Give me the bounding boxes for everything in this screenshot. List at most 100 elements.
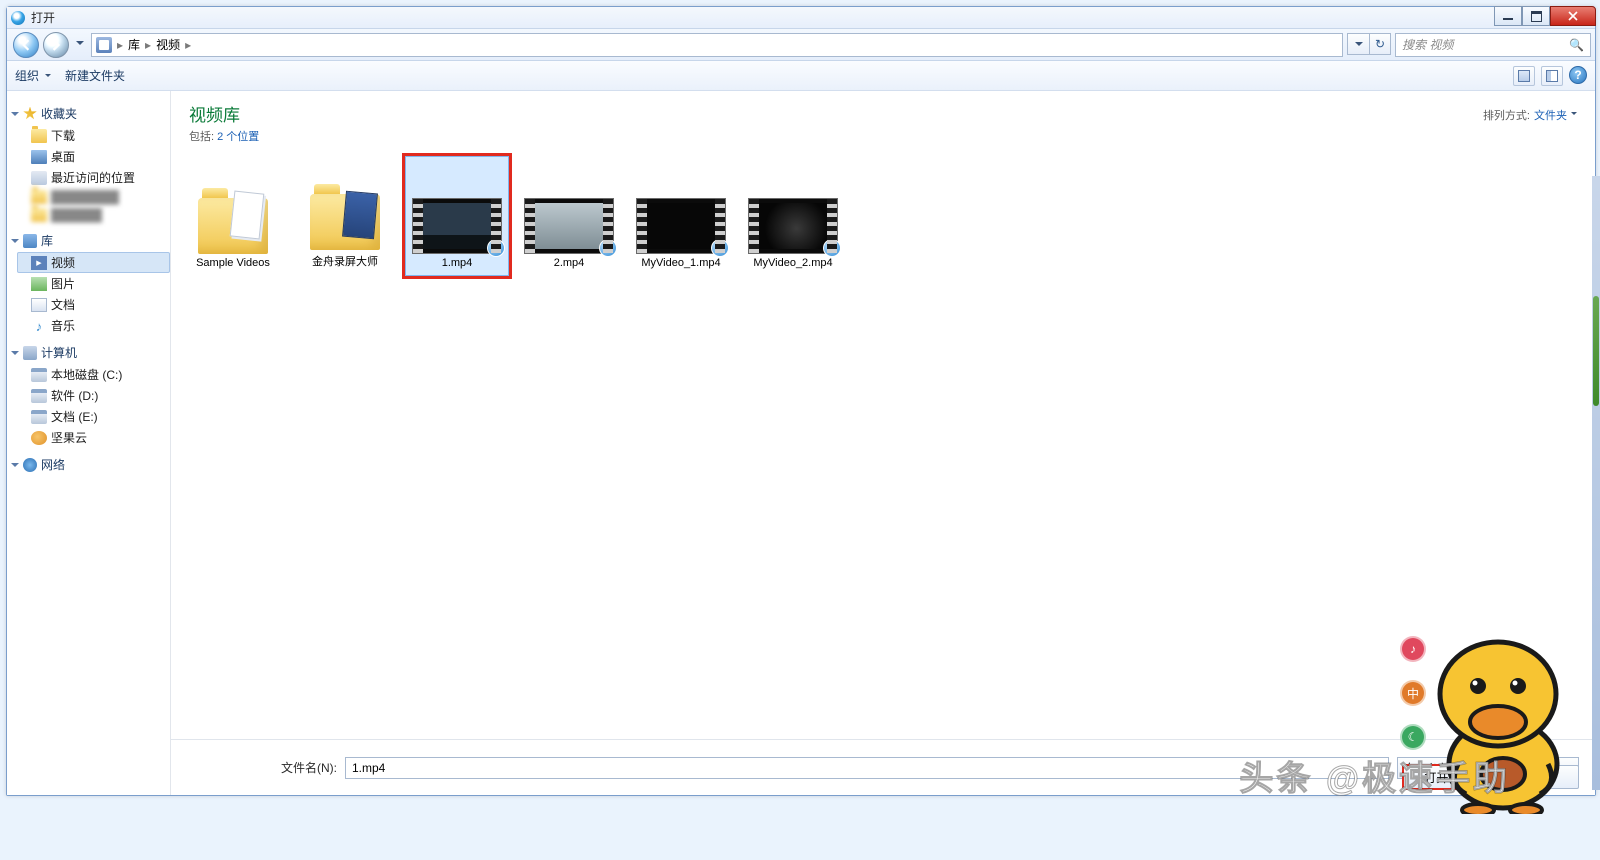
tree-redacted[interactable]: ██████ [17,206,170,224]
item-label: Sample Videos [196,257,270,269]
drive-icon [31,368,47,382]
arrange-value[interactable]: 文件夹 [1534,107,1567,123]
folder-item[interactable]: 金舟录屏大师 [293,156,397,276]
sync-icon [711,239,729,257]
organize-button[interactable]: 组织 [15,67,51,84]
tree-videos[interactable]: 视频 [17,252,170,273]
locations-link[interactable]: 2 个位置 [217,131,259,143]
cloud-icon [31,431,47,445]
dialog-body: 收藏夹 下载 桌面 最近访问的位置 ████████ ██████ 库 视频 图… [7,91,1595,795]
toolbar: 组织 新建文件夹 ? [7,61,1595,91]
favorites-label: 收藏夹 [41,105,77,122]
folder-icon [310,194,380,250]
organize-label: 组织 [15,67,39,84]
sync-icon [599,239,617,257]
tree-nutstore[interactable]: 坚果云 [17,427,170,448]
close-button[interactable] [1550,6,1596,26]
folder-item[interactable]: Sample Videos [181,156,285,276]
navigation-bar: ▸ 库 ▸ 视频 ▸ 搜索 视频 🔍 [7,29,1595,61]
badge-music-icon[interactable]: ♪ [1400,636,1426,662]
library-icon [23,234,37,248]
item-label: 2.mp4 [554,257,585,269]
crumb-videos[interactable]: 视频 [156,36,180,53]
network-group[interactable]: 网络 [11,456,170,473]
disclose-icon [11,239,19,247]
library-subtitle: 包括: 2 个位置 [189,128,259,144]
forward-button[interactable] [43,32,69,58]
crumb-libraries[interactable]: 库 [128,36,140,53]
badge-moon-icon[interactable]: ☾ [1400,724,1426,750]
computer-icon [23,346,37,360]
favorites-group[interactable]: 收藏夹 [11,105,170,122]
network-label: 网络 [41,456,65,473]
library-header: 视频库 包括: 2 个位置 排列方式: 文件夹 [171,91,1595,150]
drive-icon [31,410,47,424]
libraries-label: 库 [41,232,53,249]
file-items[interactable]: Sample Videos 金舟录屏大师 1.mp4 2.mp4 MyVideo… [171,150,1595,282]
computer-group[interactable]: 计算机 [11,344,170,361]
refresh-button[interactable] [1369,33,1391,55]
search-icon: 🔍 [1569,38,1584,52]
tree-downloads[interactable]: 下载 [17,125,170,146]
item-label: MyVideo_2.mp4 [753,257,832,269]
back-button[interactable] [13,32,39,58]
maximize-button[interactable] [1522,6,1550,26]
folder-icon [198,198,268,254]
nav-tree[interactable]: 收藏夹 下载 桌面 最近访问的位置 ████████ ██████ 库 视频 图… [7,91,171,795]
address-bar[interactable]: ▸ 库 ▸ 视频 ▸ [91,33,1343,57]
address-tools [1347,33,1391,57]
disclose-icon [11,112,19,120]
filename-label: 文件名(N): [281,759,337,776]
desktop-icon [31,150,47,164]
tree-recent[interactable]: 最近访问的位置 [17,167,170,188]
video-item[interactable]: MyVideo_1.mp4 [629,156,733,276]
tree-drive-d[interactable]: 软件 (D:) [17,385,170,406]
video-item[interactable]: MyVideo_2.mp4 [741,156,845,276]
scrollbar-thumb[interactable] [1593,296,1599,406]
filename-input[interactable] [345,757,1389,779]
item-label: 1.mp4 [442,257,473,269]
minimize-button[interactable] [1494,6,1522,26]
video-item[interactable]: 2.mp4 [517,156,621,276]
search-placeholder: 搜索 视频 [1402,36,1453,53]
tree-redacted[interactable]: ████████ [17,188,170,206]
drive-icon [31,389,47,403]
search-box[interactable]: 搜索 视频 🔍 [1395,33,1591,57]
tree-documents[interactable]: 文档 [17,294,170,315]
separator-icon: ▸ [145,38,151,52]
floating-badges: ♪ 中 ☾ [1400,636,1426,750]
video-thumb [524,198,614,254]
tree-drive-c[interactable]: 本地磁盘 (C:) [17,364,170,385]
tree-desktop[interactable]: 桌面 [17,146,170,167]
help-button[interactable]: ? [1569,66,1587,84]
star-icon [23,107,37,121]
sync-icon [487,239,505,257]
preview-pane-button[interactable] [1541,66,1563,86]
open-dialog-window: 打开 ▸ 库 ▸ 视频 ▸ 搜索 视频 🔍 [6,6,1596,796]
disclose-icon [11,351,19,359]
file-list-pane: 视频库 包括: 2 个位置 排列方式: 文件夹 Sample Videos [171,91,1595,795]
new-folder-label: 新建文件夹 [65,67,125,84]
new-folder-button[interactable]: 新建文件夹 [65,67,125,84]
tree-music[interactable]: ♪音乐 [17,315,170,336]
address-dropdown-button[interactable] [1347,33,1369,55]
window-buttons [1494,6,1596,26]
video-item-selected[interactable]: 1.mp4 [405,156,509,276]
arrange-by[interactable]: 排列方式: 文件夹 [1483,107,1577,123]
tree-drive-e[interactable]: 文档 (E:) [17,406,170,427]
page-scrollbar[interactable] [1592,176,1600,790]
item-label: 金舟录屏大师 [312,253,378,269]
titlebar[interactable]: 打开 [7,7,1595,29]
folder-icon [31,129,47,143]
cancel-button[interactable]: 取消 [1495,765,1579,789]
pictures-icon [31,277,47,291]
history-dropdown-icon[interactable] [73,33,87,57]
libraries-group[interactable]: 库 [11,232,170,249]
dropdown-icon [43,69,51,83]
views-button[interactable] [1513,66,1535,86]
videos-icon [31,256,47,270]
item-label: MyVideo_1.mp4 [641,257,720,269]
badge-ime-icon[interactable]: 中 [1400,680,1426,706]
open-button[interactable]: 打开(O) [1403,765,1487,789]
tree-pictures[interactable]: 图片 [17,273,170,294]
